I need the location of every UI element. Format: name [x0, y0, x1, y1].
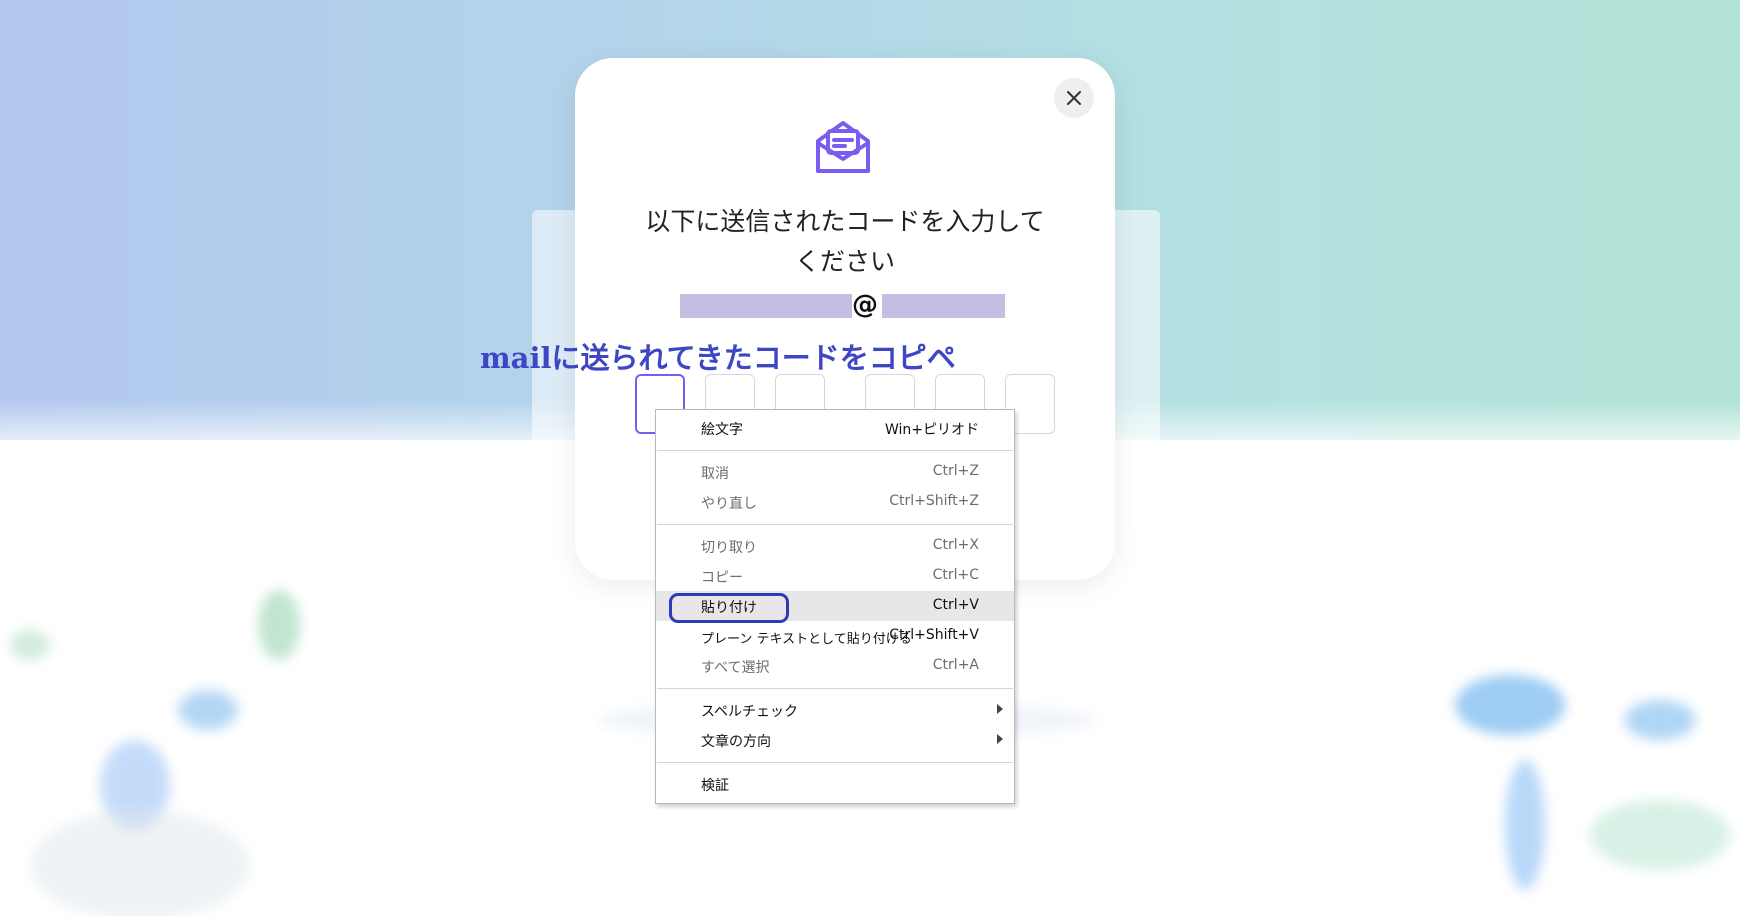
open-envelope-icon	[816, 121, 870, 173]
menu-item-emoji[interactable]: 絵文字 Win+ピリオド	[656, 413, 1014, 443]
backdrop-blob	[1505, 760, 1545, 890]
menu-item-shortcut: Ctrl+X	[932, 537, 979, 553]
menu-item-label: 文章の方向	[701, 734, 771, 750]
menu-item-select-all[interactable]: すべて選択 Ctrl+A	[656, 651, 1014, 681]
menu-item-shortcut: Ctrl+V	[932, 597, 979, 613]
menu-item-shortcut: Ctrl+Z	[932, 463, 979, 479]
menu-separator	[657, 524, 1013, 525]
menu-item-label: プレーン テキストとして貼り付ける	[701, 632, 912, 647]
backdrop-blob	[10, 630, 50, 660]
menu-item-label: 取消	[701, 466, 729, 482]
menu-item-text-direction[interactable]: 文章の方向	[656, 725, 1014, 755]
heading-line: ください	[794, 247, 895, 276]
menu-item-label: 検証	[701, 778, 729, 794]
menu-item-label: 絵文字	[701, 422, 743, 438]
email-address: @	[680, 290, 1005, 320]
menu-separator	[657, 762, 1013, 763]
heading-line: 以下に送信されたコードを入力して	[645, 207, 1045, 236]
submenu-arrow-icon	[997, 704, 1003, 714]
backdrop-blob	[178, 690, 238, 730]
backdrop-blob	[1590, 800, 1730, 870]
menu-item-label: すべて選択	[701, 660, 770, 676]
close-button[interactable]	[1054, 78, 1094, 118]
menu-item-label: やり直し	[701, 496, 757, 512]
menu-item-cut[interactable]: 切り取り Ctrl+X	[656, 531, 1014, 561]
backdrop-blob	[258, 590, 300, 660]
menu-item-paste-plain-text[interactable]: プレーン テキストとして貼り付ける Ctrl+Shift+V	[656, 621, 1014, 651]
backdrop-blob	[1455, 675, 1565, 735]
menu-separator	[657, 688, 1013, 689]
menu-item-shortcut: Ctrl+C	[932, 567, 979, 583]
close-icon	[1067, 91, 1081, 105]
menu-item-label: コピー	[701, 570, 743, 586]
dialog-heading: 以下に送信されたコードを入力して ください	[600, 202, 1090, 282]
backdrop-blob	[30, 810, 250, 916]
menu-item-copy[interactable]: コピー Ctrl+C	[656, 561, 1014, 591]
menu-item-shortcut: Win+ピリオド	[884, 422, 979, 438]
backdrop-blob	[1625, 700, 1695, 740]
menu-item-shortcut: Ctrl+A	[932, 657, 979, 673]
menu-item-label: 切り取り	[701, 540, 757, 556]
menu-item-redo[interactable]: やり直し Ctrl+Shift+Z	[656, 487, 1014, 517]
menu-item-shortcut: Ctrl+Shift+V	[889, 627, 979, 643]
menu-item-label: スペルチェック	[701, 704, 799, 720]
menu-separator	[657, 450, 1013, 451]
submenu-arrow-icon	[997, 734, 1003, 744]
redacted-email-domain	[882, 294, 1005, 318]
menu-item-shortcut: Ctrl+Shift+Z	[889, 493, 979, 509]
paste-highlight-annotation	[669, 593, 789, 623]
email-at-sign: @	[852, 290, 878, 320]
menu-item-inspect[interactable]: 検証	[656, 769, 1014, 799]
annotation-note: mailに送られてきたコードをコピペ	[480, 341, 956, 375]
menu-item-undo[interactable]: 取消 Ctrl+Z	[656, 457, 1014, 487]
redacted-email-user	[680, 294, 852, 318]
menu-item-spellcheck[interactable]: スペルチェック	[656, 695, 1014, 725]
